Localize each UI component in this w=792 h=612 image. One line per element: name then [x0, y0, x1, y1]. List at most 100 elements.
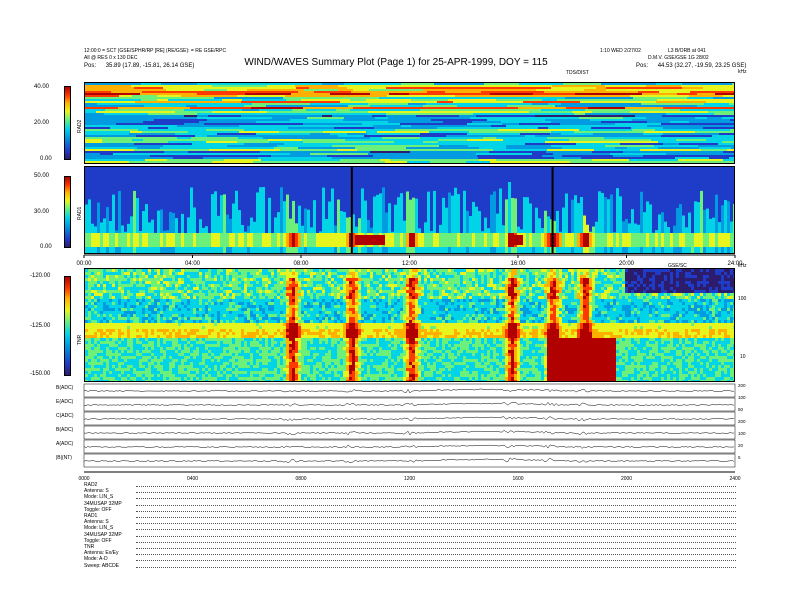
tnr-cell — [313, 320, 316, 323]
tnr-cell — [316, 293, 319, 296]
rad2-cell — [163, 87, 216, 89]
rad2-cell — [697, 105, 734, 107]
tnr-cell — [133, 305, 136, 308]
tnr-cell — [178, 347, 181, 350]
rad2-cell — [343, 125, 373, 127]
tnr-cell — [280, 326, 283, 329]
tnr-cell — [160, 362, 163, 365]
tnr-cell — [244, 335, 247, 338]
rad1-column — [445, 207, 448, 253]
tnr-cell — [157, 320, 160, 323]
tnr-cell — [220, 275, 223, 278]
tnr-cell — [331, 278, 334, 281]
tnr-cell — [343, 338, 346, 341]
tnr-cell — [295, 296, 298, 299]
tnr-cell — [256, 284, 259, 287]
tnr-cell — [274, 356, 277, 359]
tnr-cell — [169, 278, 172, 281]
rad2-cell — [165, 123, 184, 125]
tnr-cell — [145, 353, 148, 356]
tnr-cell — [190, 272, 193, 275]
rad2-cell — [244, 105, 266, 107]
tnr-cell — [313, 299, 316, 302]
tnr-cell — [121, 308, 124, 311]
tnr-cell — [214, 305, 217, 308]
rad2-cell — [293, 121, 348, 123]
rad2-cell — [708, 111, 734, 113]
tnr-cell — [367, 326, 370, 329]
tnr-cell — [376, 317, 379, 320]
tnr-cell — [148, 308, 151, 311]
tnr-cell — [286, 356, 289, 359]
tnr-cell — [217, 293, 220, 296]
tnr-cell — [88, 344, 91, 347]
tnr-cell — [154, 314, 157, 317]
tnr-cell — [172, 320, 175, 323]
tnr-cell — [295, 332, 298, 335]
rad1-low-band — [181, 233, 184, 247]
tnr-cell — [325, 317, 328, 320]
tnr-cell — [355, 332, 358, 335]
tnr-cell — [190, 281, 193, 284]
tnr-cell — [91, 353, 94, 356]
tnr-cell — [118, 296, 121, 299]
tnr-cell — [178, 281, 181, 284]
rad2-cell — [229, 125, 239, 127]
rad2-cell — [410, 135, 446, 137]
tnr-cell — [148, 347, 151, 350]
tnr-cell — [337, 275, 340, 278]
rad2-cell — [660, 89, 681, 91]
tnr-cell — [235, 323, 238, 326]
tnr-cell — [118, 290, 121, 293]
tnr-cell — [361, 305, 364, 308]
rad2-cell — [708, 83, 732, 85]
tnr-cell — [130, 302, 133, 305]
tnr-cell — [208, 269, 211, 272]
tnr-cell — [298, 317, 301, 320]
tnr-cell — [295, 278, 298, 281]
tnr-cell — [193, 302, 196, 305]
tnr-cell — [244, 290, 247, 293]
tnr-cell — [304, 338, 307, 341]
rad1-column — [535, 207, 538, 253]
tnr-cell — [301, 368, 304, 371]
tnr-cell — [133, 296, 136, 299]
tnr-cell — [259, 353, 262, 356]
tnr-cell — [238, 359, 241, 362]
tnr-cell — [187, 293, 190, 296]
time-axis-tick-label: 16:00 — [510, 261, 526, 267]
rad2-cell — [533, 93, 562, 95]
tnr-cell — [124, 296, 127, 299]
rad2-cell — [588, 131, 644, 133]
tnr-cell — [205, 287, 208, 290]
tnr-cell — [280, 338, 283, 341]
tnr-cell — [304, 326, 307, 329]
tnr-cell — [262, 293, 265, 296]
tnr-cell — [313, 302, 316, 305]
tnr-cell — [100, 308, 103, 311]
tnr-cell — [226, 332, 229, 335]
tnr-cell — [235, 281, 238, 284]
tnr-cell — [235, 338, 238, 341]
tnr-cell — [223, 371, 226, 374]
tnr-cell — [325, 305, 328, 308]
rad2-cell — [693, 115, 734, 117]
tnr-cell — [250, 335, 253, 338]
tnr-cell — [298, 347, 301, 350]
tnr-cell — [247, 308, 250, 311]
rad2-cell — [358, 155, 373, 157]
rad2-cell — [294, 101, 340, 103]
tnr-cell — [100, 290, 103, 293]
tnr-cell — [283, 275, 286, 278]
tnr-cell — [220, 362, 223, 365]
tnr-cell — [376, 293, 379, 296]
tnr-cell — [208, 344, 211, 347]
tnr-cell — [262, 332, 265, 335]
rad2-cell — [260, 151, 318, 153]
tnr-cell — [163, 320, 166, 323]
tnr-cell — [337, 293, 340, 296]
rad2-cell — [631, 127, 663, 129]
tnr-cell — [310, 302, 313, 305]
tnr-cell — [241, 356, 244, 359]
tnr-cell — [223, 317, 226, 320]
